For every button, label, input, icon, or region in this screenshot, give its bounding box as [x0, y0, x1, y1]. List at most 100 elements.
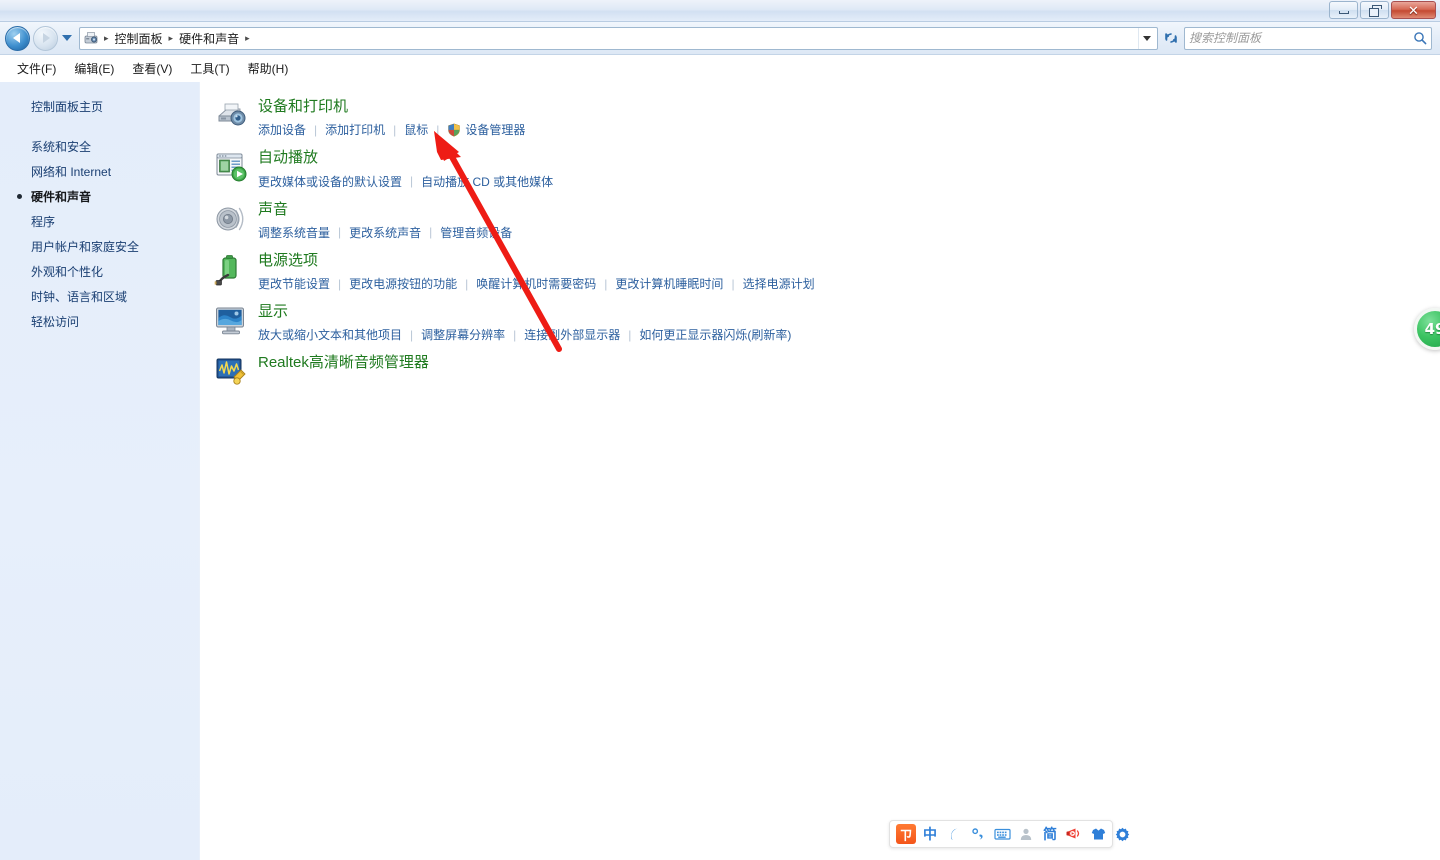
restore-icon: [1369, 5, 1382, 17]
address-dropdown-button[interactable]: [1138, 27, 1155, 49]
link-change-sounds[interactable]: 更改系统声音: [349, 223, 421, 242]
link-manage-audio-devices[interactable]: 管理音频设备: [440, 223, 512, 242]
link-power-button-function[interactable]: 更改电源按钮的功能: [349, 274, 457, 293]
forward-arrow-icon: [43, 33, 50, 43]
link-add-printer[interactable]: 添加打印机: [325, 120, 385, 139]
sidebar-item-home[interactable]: 控制面板主页: [0, 94, 199, 119]
search-box[interactable]: [1184, 26, 1432, 50]
category-links: 调整系统音量 | 更改系统声音 | 管理音频设备: [258, 223, 512, 242]
sidebar-item-appearance[interactable]: 外观和个性化: [0, 259, 199, 284]
shirt-icon: [1091, 828, 1105, 840]
minimize-button[interactable]: [1329, 1, 1358, 19]
category-links: 更改媒体或设备的默认设置 | 自动播放 CD 或其他媒体: [258, 172, 553, 191]
menu-view[interactable]: 查看(V): [123, 56, 181, 81]
link-connect-external-display[interactable]: 连接到外部显示器: [524, 325, 620, 344]
back-button[interactable]: [5, 25, 30, 51]
voice-input-button[interactable]: [1063, 823, 1085, 845]
printer-camera-icon: [214, 99, 248, 133]
chevron-down-icon: [1143, 35, 1151, 41]
link-choose-power-plan[interactable]: 选择电源计划: [743, 274, 815, 293]
link-autoplay-cd[interactable]: 自动播放 CD 或其他媒体: [421, 172, 553, 191]
chinese-mode-icon: 中: [923, 826, 937, 842]
link-adjust-volume[interactable]: 调整系统音量: [258, 223, 330, 242]
breadcrumb-separator: ▸: [104, 32, 109, 43]
category-realtek-audio: Realtek高清晰音频管理器: [214, 353, 1440, 389]
autoplay-icon: [214, 150, 248, 184]
category-sound: 声音 调整系统音量 | 更改系统声音 | 管理音频设备: [214, 200, 1440, 242]
gear-icon: [1115, 827, 1129, 841]
category-body: 声音 调整系统音量 | 更改系统声音 | 管理音频设备: [258, 200, 512, 242]
menu-edit[interactable]: 编辑(E): [65, 56, 123, 81]
category-title-display[interactable]: 显示: [258, 302, 288, 322]
link-add-device[interactable]: 添加设备: [258, 120, 306, 139]
link-separator: |: [731, 276, 735, 291]
sidebar-item-system-security[interactable]: 系统和安全: [0, 134, 199, 159]
back-arrow-icon: [13, 33, 20, 43]
link-separator: |: [314, 122, 318, 137]
category-title-realtek-audio[interactable]: Realtek高清晰音频管理器: [258, 353, 429, 373]
sogou-logo-button[interactable]: ㄗ: [895, 823, 917, 845]
moon-mode-button[interactable]: [943, 823, 965, 845]
sidebar: 控制面板主页 系统和安全 网络和 Internet 硬件和声音 程序 用户帐户和…: [0, 82, 200, 860]
sidebar-item-user-accounts[interactable]: 用户帐户和家庭安全: [0, 234, 199, 259]
language-mode-button[interactable]: 中: [919, 823, 941, 845]
simplified-icon: 简: [1043, 826, 1057, 842]
sidebar-item-clock-language[interactable]: 时钟、语言和区域: [0, 284, 199, 309]
ime-toolbar: ㄗ 中 简: [889, 820, 1129, 848]
breadcrumb-separator[interactable]: ▸: [243, 33, 252, 44]
settings-button[interactable]: [1111, 823, 1133, 845]
menu-tools[interactable]: 工具(T): [181, 56, 238, 81]
category-title-autoplay[interactable]: 自动播放: [258, 148, 318, 168]
category-body: 电源选项 更改节能设置 | 更改电源按钮的功能 | 唤醒计算机时需要密码 | 更…: [258, 251, 815, 293]
user-account-button[interactable]: [1015, 823, 1037, 845]
menu-file[interactable]: 文件(F): [8, 56, 65, 81]
sidebar-item-programs[interactable]: 程序: [0, 209, 199, 234]
category-autoplay: 自动播放 更改媒体或设备的默认设置 | 自动播放 CD 或其他媒体: [214, 148, 1440, 190]
category-title-devices-printers[interactable]: 设备和打印机: [258, 97, 348, 117]
link-change-default-settings[interactable]: 更改媒体或设备的默认设置: [258, 172, 402, 191]
monitor-icon: [214, 304, 248, 338]
breadcrumb-hardware-sound[interactable]: 硬件和声音: [175, 29, 243, 48]
link-require-password-wakeup[interactable]: 唤醒计算机时需要密码: [476, 274, 596, 293]
realtek-audio-icon: [214, 355, 248, 389]
close-icon: ✕: [1408, 2, 1419, 18]
simplified-mode-button[interactable]: 简: [1039, 823, 1061, 845]
punctuation-mode-button[interactable]: [967, 823, 989, 845]
link-change-sleep-time[interactable]: 更改计算机睡眠时间: [615, 274, 723, 293]
navigation-bar: ▸ 控制面板 ▸ 硬件和声音 ▸: [0, 22, 1440, 55]
search-input[interactable]: [1189, 31, 1413, 45]
recent-pages-button[interactable]: [60, 26, 74, 51]
search-icon[interactable]: [1413, 31, 1427, 45]
sogou-logo-icon: ㄗ: [896, 824, 916, 844]
breadcrumb-control-panel[interactable]: 控制面板: [111, 29, 167, 48]
address-bar[interactable]: ▸ 控制面板 ▸ 硬件和声音 ▸: [79, 26, 1158, 50]
category-power-options: 电源选项 更改节能设置 | 更改电源按钮的功能 | 唤醒计算机时需要密码 | 更…: [214, 251, 1440, 293]
menu-help[interactable]: 帮助(H): [239, 56, 298, 81]
link-device-manager[interactable]: 设备管理器: [465, 120, 525, 139]
category-title-sound[interactable]: 声音: [258, 200, 288, 220]
person-icon: [1020, 828, 1032, 840]
category-title-power-options[interactable]: 电源选项: [258, 251, 318, 271]
soft-keyboard-button[interactable]: [991, 823, 1013, 845]
sidebar-item-hardware-sound[interactable]: 硬件和声音: [0, 184, 199, 209]
link-separator: |: [338, 225, 342, 240]
close-button[interactable]: ✕: [1391, 1, 1436, 19]
link-separator: |: [410, 174, 414, 188]
category-body: Realtek高清晰音频管理器: [258, 353, 429, 376]
link-adjust-resolution[interactable]: 调整屏幕分辨率: [421, 325, 505, 344]
breadcrumb-separator[interactable]: ▸: [167, 33, 176, 44]
link-make-text-larger[interactable]: 放大或缩小文本和其他项目: [258, 325, 402, 344]
link-separator: |: [429, 225, 433, 240]
sidebar-item-network-internet[interactable]: 网络和 Internet: [0, 159, 199, 184]
forward-button[interactable]: [33, 25, 58, 51]
category-display: 显示 放大或缩小文本和其他项目 | 调整屏幕分辨率 | 连接到外部显示器 | 如…: [214, 302, 1440, 344]
category-body: 自动播放 更改媒体或设备的默认设置 | 自动播放 CD 或其他媒体: [258, 148, 553, 190]
link-fix-flicker[interactable]: 如何更正显示器闪烁(刷新率): [639, 325, 791, 344]
restore-button[interactable]: [1360, 1, 1389, 19]
sidebar-item-ease-of-access[interactable]: 轻松访问: [0, 309, 199, 334]
skin-selector-button[interactable]: [1087, 823, 1109, 845]
link-separator: |: [465, 276, 469, 291]
link-change-power-saving[interactable]: 更改节能设置: [258, 274, 330, 293]
link-mouse[interactable]: 鼠标: [404, 120, 428, 139]
refresh-button[interactable]: [1160, 27, 1182, 50]
